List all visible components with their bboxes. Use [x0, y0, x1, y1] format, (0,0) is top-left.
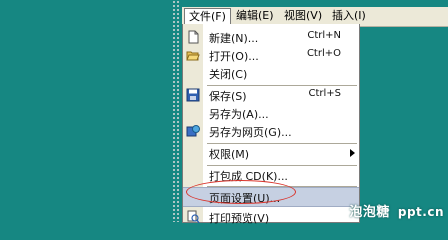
menu-item-label: 另存为(A)... — [209, 108, 269, 121]
menu-item-print-preview[interactable]: 打印预览(V) — [183, 208, 359, 226]
menu-item-shortcut: Ctrl+O — [306, 48, 341, 59]
highlight-annotation-ellipse — [186, 180, 296, 204]
menu-view[interactable]: 视图(V) — [280, 8, 326, 24]
menu-file[interactable]: 文件(F) — [184, 8, 231, 25]
save-as-web-icon — [186, 125, 200, 137]
menu-item-close[interactable]: 关闭(C) — [183, 64, 359, 82]
save-disk-icon — [186, 88, 200, 102]
watermark-text: 泡泡糖 — [349, 205, 390, 220]
menu-edit[interactable]: 编辑(E) — [232, 8, 278, 24]
menu-item-label: 打开(O)... — [209, 50, 259, 63]
menu-item-label: 另存为网页(G)... — [209, 126, 292, 139]
menu-item-new[interactable]: 新建(N)... Ctrl+N — [183, 28, 359, 46]
dotted-edge — [172, 0, 180, 222]
menu-item-permission[interactable]: 权限(M) — [183, 144, 359, 162]
menu-item-save-as[interactable]: 另存为(A)... — [183, 104, 359, 122]
menu-item-open[interactable]: 打开(O)... Ctrl+O — [183, 46, 359, 64]
menu-insert[interactable]: 插入(I) — [328, 8, 370, 24]
menu-item-label: 打印预览(V) — [209, 212, 270, 225]
menu-item-shortcut: Ctrl+N — [307, 30, 341, 41]
menu-item-label: 权限(M) — [209, 148, 250, 161]
menu-item-label: 新建(N)... — [209, 32, 259, 45]
submenu-arrow-icon — [350, 149, 355, 157]
new-document-icon — [188, 30, 199, 44]
open-folder-icon — [186, 51, 200, 61]
menu-item-label: 保存(S) — [209, 90, 247, 103]
watermark: 泡泡糖 ppt.cn — [349, 201, 444, 220]
print-preview-icon — [187, 210, 200, 224]
menu-item-shortcut: Ctrl+S — [308, 88, 341, 99]
menu-item-label: 关闭(C) — [209, 68, 248, 81]
menu-item-save[interactable]: 保存(S) Ctrl+S — [183, 86, 359, 104]
watermark-url: ppt.cn — [397, 205, 444, 219]
menu-item-save-as-web[interactable]: 另存为网页(G)... — [183, 122, 359, 140]
